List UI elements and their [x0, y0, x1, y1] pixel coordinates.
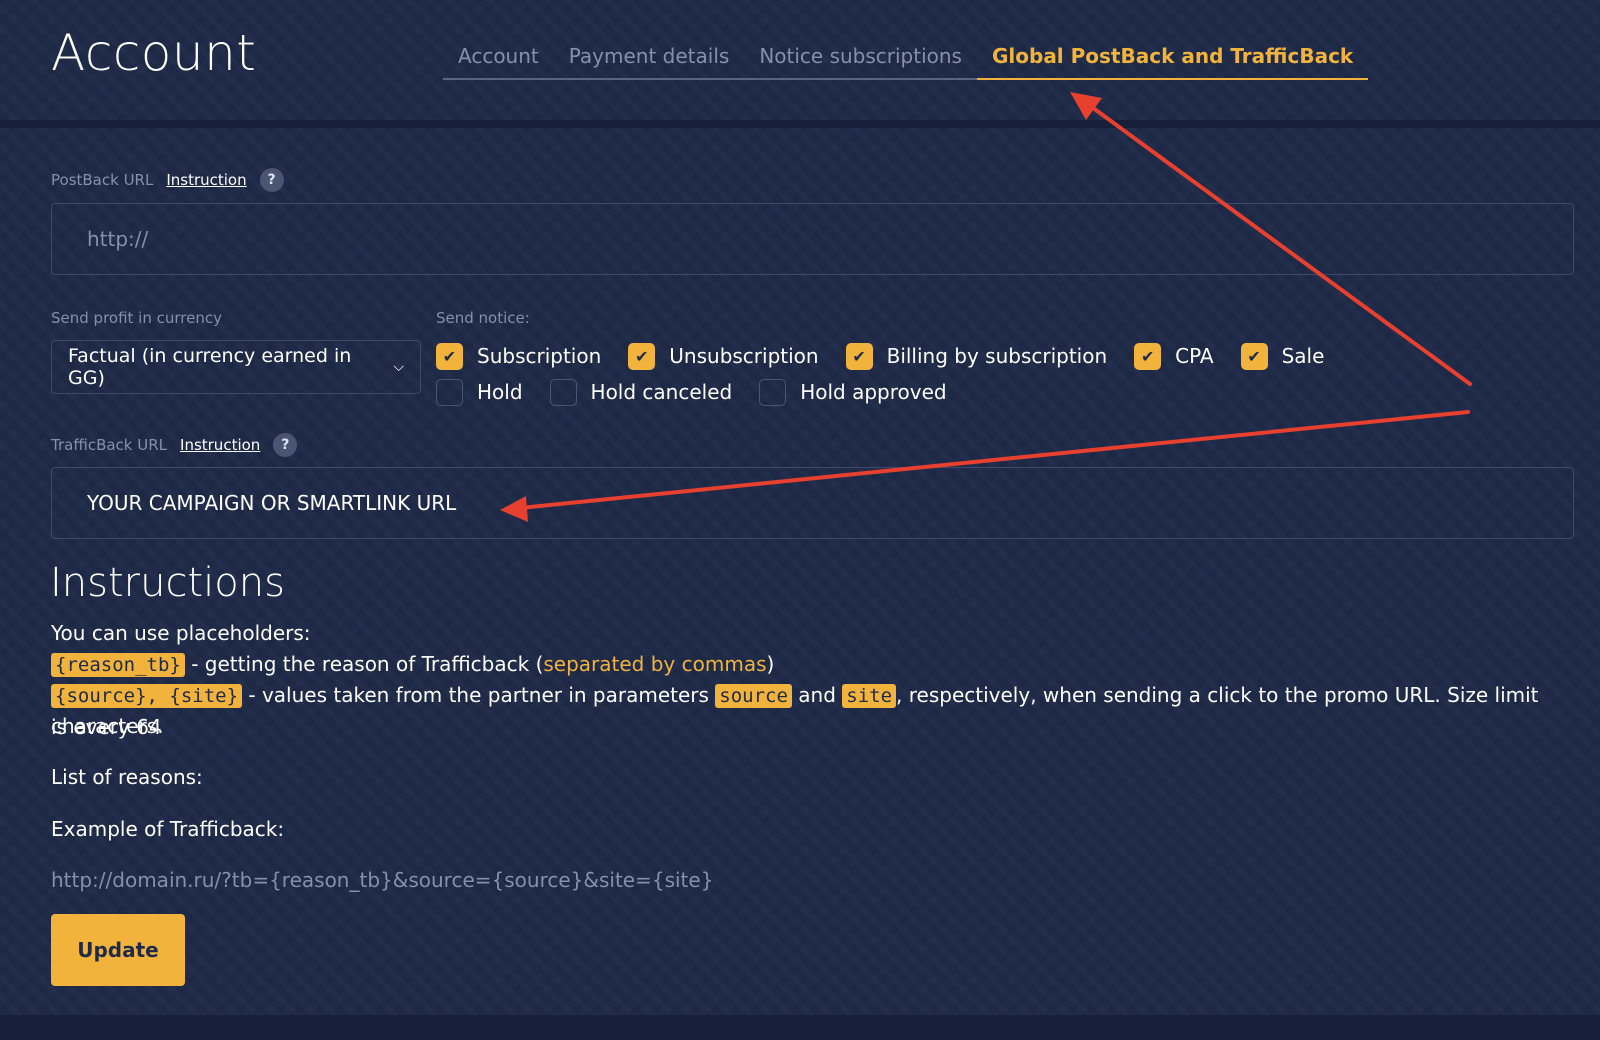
checkbox-unchecked-icon[interactable]	[436, 378, 463, 406]
send-notice-label: Send notice:	[436, 309, 530, 327]
tab-payment-details[interactable]: Payment details	[554, 38, 745, 78]
checkbox-checked-icon[interactable]: ✔	[845, 342, 873, 370]
tab-notice-subscriptions[interactable]: Notice subscriptions	[744, 38, 977, 78]
notice-checkbox-group: ✔ Subscription ✔ Unsubscription ✔ Billin…	[436, 341, 1436, 407]
chevron-down-icon: ⌵	[393, 359, 404, 375]
tab-account[interactable]: Account	[443, 38, 554, 78]
notice-label: Hold approved	[800, 380, 947, 404]
tab-global-postback-trafficback[interactable]: Global PostBack and TrafficBack	[976, 38, 1369, 80]
header: Account Account Payment details Notice s…	[0, 0, 1600, 120]
example-label: Example of Trafficback:	[51, 817, 285, 841]
reason-accent-text: separated by commas	[543, 652, 767, 676]
notice-subscription[interactable]: ✔ Subscription	[436, 341, 601, 371]
trafficback-label-row: TrafficBack URL Instruction ?	[51, 433, 298, 457]
example-url-line: http://domain.ru/?tb={reason_tb}&source=…	[51, 865, 713, 896]
notice-sale[interactable]: ✔ Sale	[1240, 341, 1325, 371]
notice-label: CPA	[1175, 344, 1214, 368]
trafficback-help-icon[interactable]: ?	[273, 433, 298, 457]
reason-close: )	[766, 652, 775, 676]
tab-bar: Account Payment details Notice subscript…	[443, 38, 1369, 80]
notice-hold-approved[interactable]: Hold approved	[759, 377, 947, 407]
source-text: - values taken from the partner in param…	[242, 683, 716, 707]
checkbox-checked-icon[interactable]: ✔	[1134, 342, 1162, 370]
update-button[interactable]: Update	[51, 914, 185, 986]
notice-hold-canceled[interactable]: Hold canceled	[549, 377, 733, 407]
postback-instruction-link[interactable]: Instruction	[166, 171, 246, 189]
notice-label: Billing by subscription	[886, 344, 1108, 368]
and-text: and	[791, 683, 843, 707]
notice-label: Hold	[477, 380, 523, 404]
footer-band	[0, 1015, 1600, 1040]
header-divider	[0, 120, 1600, 128]
source-rest-line: characters.	[51, 714, 164, 738]
notice-unsubscription[interactable]: ✔ Unsubscription	[628, 341, 819, 371]
trafficback-label: TrafficBack URL	[51, 436, 168, 454]
param-source-code: source	[715, 684, 792, 708]
postback-help-icon[interactable]: ?	[259, 168, 284, 192]
reasons-label: List of reasons:	[51, 765, 203, 789]
notice-hold[interactable]: Hold	[436, 377, 523, 407]
instructions-intro: You can use placeholders:	[51, 621, 311, 645]
trafficback-url-input[interactable]	[51, 467, 1574, 539]
notice-label: Hold canceled	[590, 380, 733, 404]
checkbox-unchecked-icon[interactable]	[549, 378, 577, 406]
notice-label: Subscription	[477, 344, 602, 368]
checkbox-unchecked-icon[interactable]	[759, 378, 787, 406]
source-site-code: {source}, {site}	[51, 684, 243, 708]
currency-selected-value: Factual (in currency earned in GG)	[68, 345, 352, 389]
postback-url-input[interactable]	[51, 203, 1574, 275]
example-url-link[interactable]: http://domain.ru/?tb={reason_tb}&source=…	[51, 868, 713, 892]
reason-text: - getting the reason of Trafficback (	[184, 652, 544, 676]
checkbox-checked-icon[interactable]: ✔	[436, 342, 463, 370]
source-placeholder-line: {source}, {site} - values taken from the…	[51, 680, 1551, 743]
postback-label-row: PostBack URL Instruction ?	[51, 168, 284, 192]
checkbox-checked-icon[interactable]: ✔	[1240, 342, 1268, 370]
notice-label: Sale	[1281, 344, 1325, 368]
currency-select[interactable]: Factual (in currency earned in GG) ⌵	[51, 340, 421, 394]
reason-placeholder-line: {reason_tb} - getting the reason of Traf…	[51, 649, 774, 681]
trafficback-instruction-link[interactable]: Instruction	[180, 436, 260, 454]
reason-tb-code: {reason_tb}	[51, 653, 185, 677]
param-site-code: site	[842, 684, 897, 708]
notice-billing-by-subscription[interactable]: ✔ Billing by subscription	[845, 341, 1108, 371]
notice-cpa[interactable]: ✔ CPA	[1134, 341, 1214, 371]
notice-label: Unsubscription	[669, 344, 819, 368]
instructions-title: Instructions	[50, 560, 285, 606]
page-title: Account	[51, 24, 257, 82]
currency-label: Send profit in currency	[51, 309, 222, 327]
postback-label: PostBack URL	[51, 171, 154, 189]
checkbox-checked-icon[interactable]: ✔	[628, 342, 656, 370]
